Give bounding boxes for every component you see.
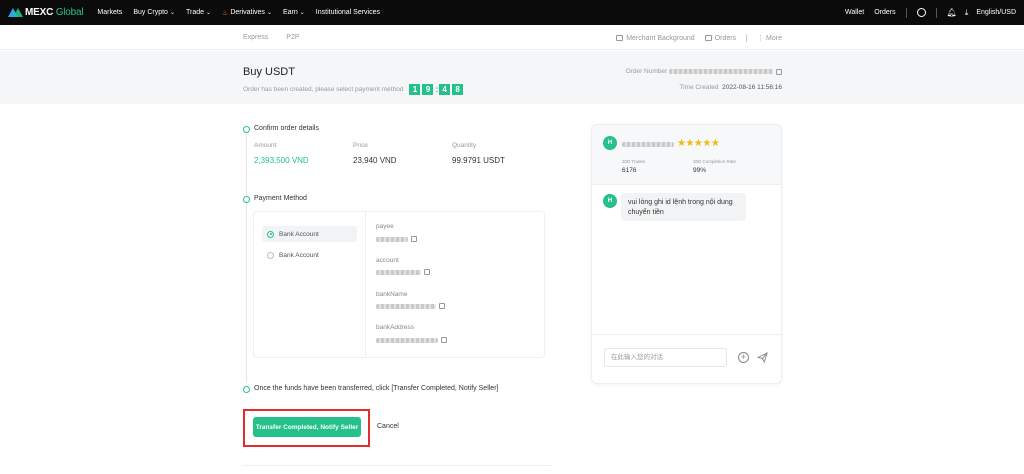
nav-buy-crypto[interactable]: Buy Crypto ⌄ [133, 9, 175, 16]
subnav-p2p[interactable]: P2P [286, 34, 299, 41]
payment-option-bank-1[interactable]: Bank Account [262, 226, 357, 242]
nav-divider [935, 7, 937, 18]
bank-name-value [376, 303, 445, 309]
trades-label: 30D Trades [622, 159, 646, 164]
sub-nav: Express P2P Merchant Background Orders ⋮… [0, 25, 1024, 50]
bottom-divider [243, 465, 551, 466]
payee-value [376, 236, 417, 242]
nav-right: Wallet Orders 🔔︎ ⤓ English/USD [845, 7, 1016, 18]
completion-rate-value: 99% [693, 167, 707, 174]
order-number: Order Number [626, 68, 782, 75]
price-label: Price [353, 142, 368, 149]
nav-markets[interactable]: Markets [97, 9, 122, 16]
step-dot [243, 386, 250, 393]
mexc-logo[interactable]: MEXC Global [8, 7, 84, 18]
subnav-orders[interactable]: Orders [704, 35, 736, 42]
message-avatar: H [603, 194, 617, 208]
plus-icon[interactable]: + [738, 352, 749, 363]
price-value: 23,940 VND [353, 156, 397, 165]
timer-digit: 8 [452, 84, 464, 95]
logo-main-text: MEXC [25, 7, 54, 18]
steps-timeline [246, 133, 247, 383]
timer-digit: 4 [439, 84, 451, 95]
nav-institutional[interactable]: Institutional Services [316, 9, 380, 16]
step-dot [243, 196, 250, 203]
send-icon[interactable] [757, 352, 768, 363]
nav-wallet[interactable]: Wallet [845, 9, 864, 16]
payment-option-bank-2[interactable]: Bank Account [262, 247, 357, 263]
step-dot [243, 126, 250, 133]
nav-orders[interactable]: Orders [874, 9, 895, 16]
chat-input[interactable] [604, 348, 727, 367]
copy-icon[interactable] [776, 68, 782, 75]
nav-trade[interactable]: Trade ⌄ [186, 9, 211, 16]
top-nav: MEXC Global Markets Buy Crypto ⌄ Trade ⌄ ♨… [0, 0, 1024, 25]
amount-value: 2,393,500 VND [254, 156, 309, 165]
timer-digit: 1 [409, 84, 421, 95]
amount-label: Amount [254, 142, 277, 149]
account-value [376, 269, 430, 275]
time-created-value: 2022-08-16 11:56:16 [722, 84, 782, 91]
nav-derivatives[interactable]: ♨ Derivatives ⌄ [222, 9, 272, 17]
chat-panel [591, 124, 782, 384]
timer-digit: 9 [422, 84, 434, 95]
user-icon[interactable] [916, 8, 926, 17]
copy-icon[interactable] [424, 269, 430, 275]
orders-icon [704, 35, 712, 41]
logo-sub-text: Global [55, 7, 84, 18]
bank-address-value [376, 337, 447, 343]
nav-divider [905, 7, 907, 18]
transfer-completed-notify-seller-button[interactable]: Transfer Completed, Notify Seller [253, 417, 361, 437]
payee-label: payee [376, 223, 394, 230]
copy-icon[interactable] [411, 236, 417, 242]
step-transfer-title: Once the funds have been transferred, cl… [254, 385, 499, 392]
chevron-down-icon: ⌄ [169, 10, 175, 16]
radio-unselected[interactable] [267, 251, 274, 259]
fire-icon: ♨ [222, 9, 229, 17]
page-title: Buy USDT [243, 66, 295, 78]
subnav-more[interactable]: ⋮ More [757, 34, 782, 43]
bank-address-label: bankAddress [376, 324, 414, 331]
payment-divider [365, 212, 366, 357]
merchant-rating-stars: ★★★★★ [677, 138, 720, 149]
completion-rate-label: 30D Completion Rate [693, 159, 737, 164]
bank-name-label: bankName [376, 291, 408, 298]
merchant-avatar: H [603, 136, 617, 150]
chat-footer-divider [592, 334, 781, 335]
account-label: account [376, 257, 399, 264]
quantity-value: 99.9791 USDT [452, 156, 505, 165]
download-icon[interactable]: ⤓ [965, 8, 969, 18]
time-created: Time Created 2022-08-16 11:56:16 [679, 84, 782, 91]
trades-value: 6176 [622, 167, 637, 174]
merchant-name[interactable] [622, 142, 674, 147]
order-status-text: Order has been created, please select pa… [243, 84, 465, 95]
copy-icon[interactable] [439, 303, 445, 309]
merchant-icon [616, 35, 624, 41]
order-header-band [0, 51, 1024, 104]
step-payment-title: Payment Method [254, 195, 307, 202]
notification-bell-icon[interactable]: 🔔︎ [947, 8, 957, 17]
language-selector[interactable]: English/USD [976, 9, 1016, 16]
copy-icon[interactable] [441, 337, 447, 343]
nav-earn[interactable]: Earn ⌄ [283, 9, 305, 16]
step-confirm-title: Confirm order details [254, 125, 319, 132]
quantity-label: Quantity [452, 142, 477, 149]
subnav-divider [746, 34, 748, 42]
mexc-logo-icon [8, 8, 23, 17]
subnav-express[interactable]: Express [243, 34, 268, 41]
countdown-timer: 1 9 : 4 8 [409, 84, 465, 95]
order-number-value [669, 69, 773, 74]
radio-selected[interactable] [267, 230, 274, 238]
chevron-down-icon: ⌄ [299, 10, 305, 16]
chevron-down-icon: ⌄ [266, 10, 272, 16]
cancel-link[interactable]: Cancel [377, 423, 399, 430]
chat-message: vui lòng ghi id lệnh trong nội dung chuy… [621, 193, 746, 221]
more-dots-icon: ⋮ [757, 35, 765, 42]
chat-header [592, 125, 781, 185]
subnav-merchant-background[interactable]: Merchant Background [616, 35, 695, 42]
chevron-down-icon: ⌄ [206, 10, 212, 16]
